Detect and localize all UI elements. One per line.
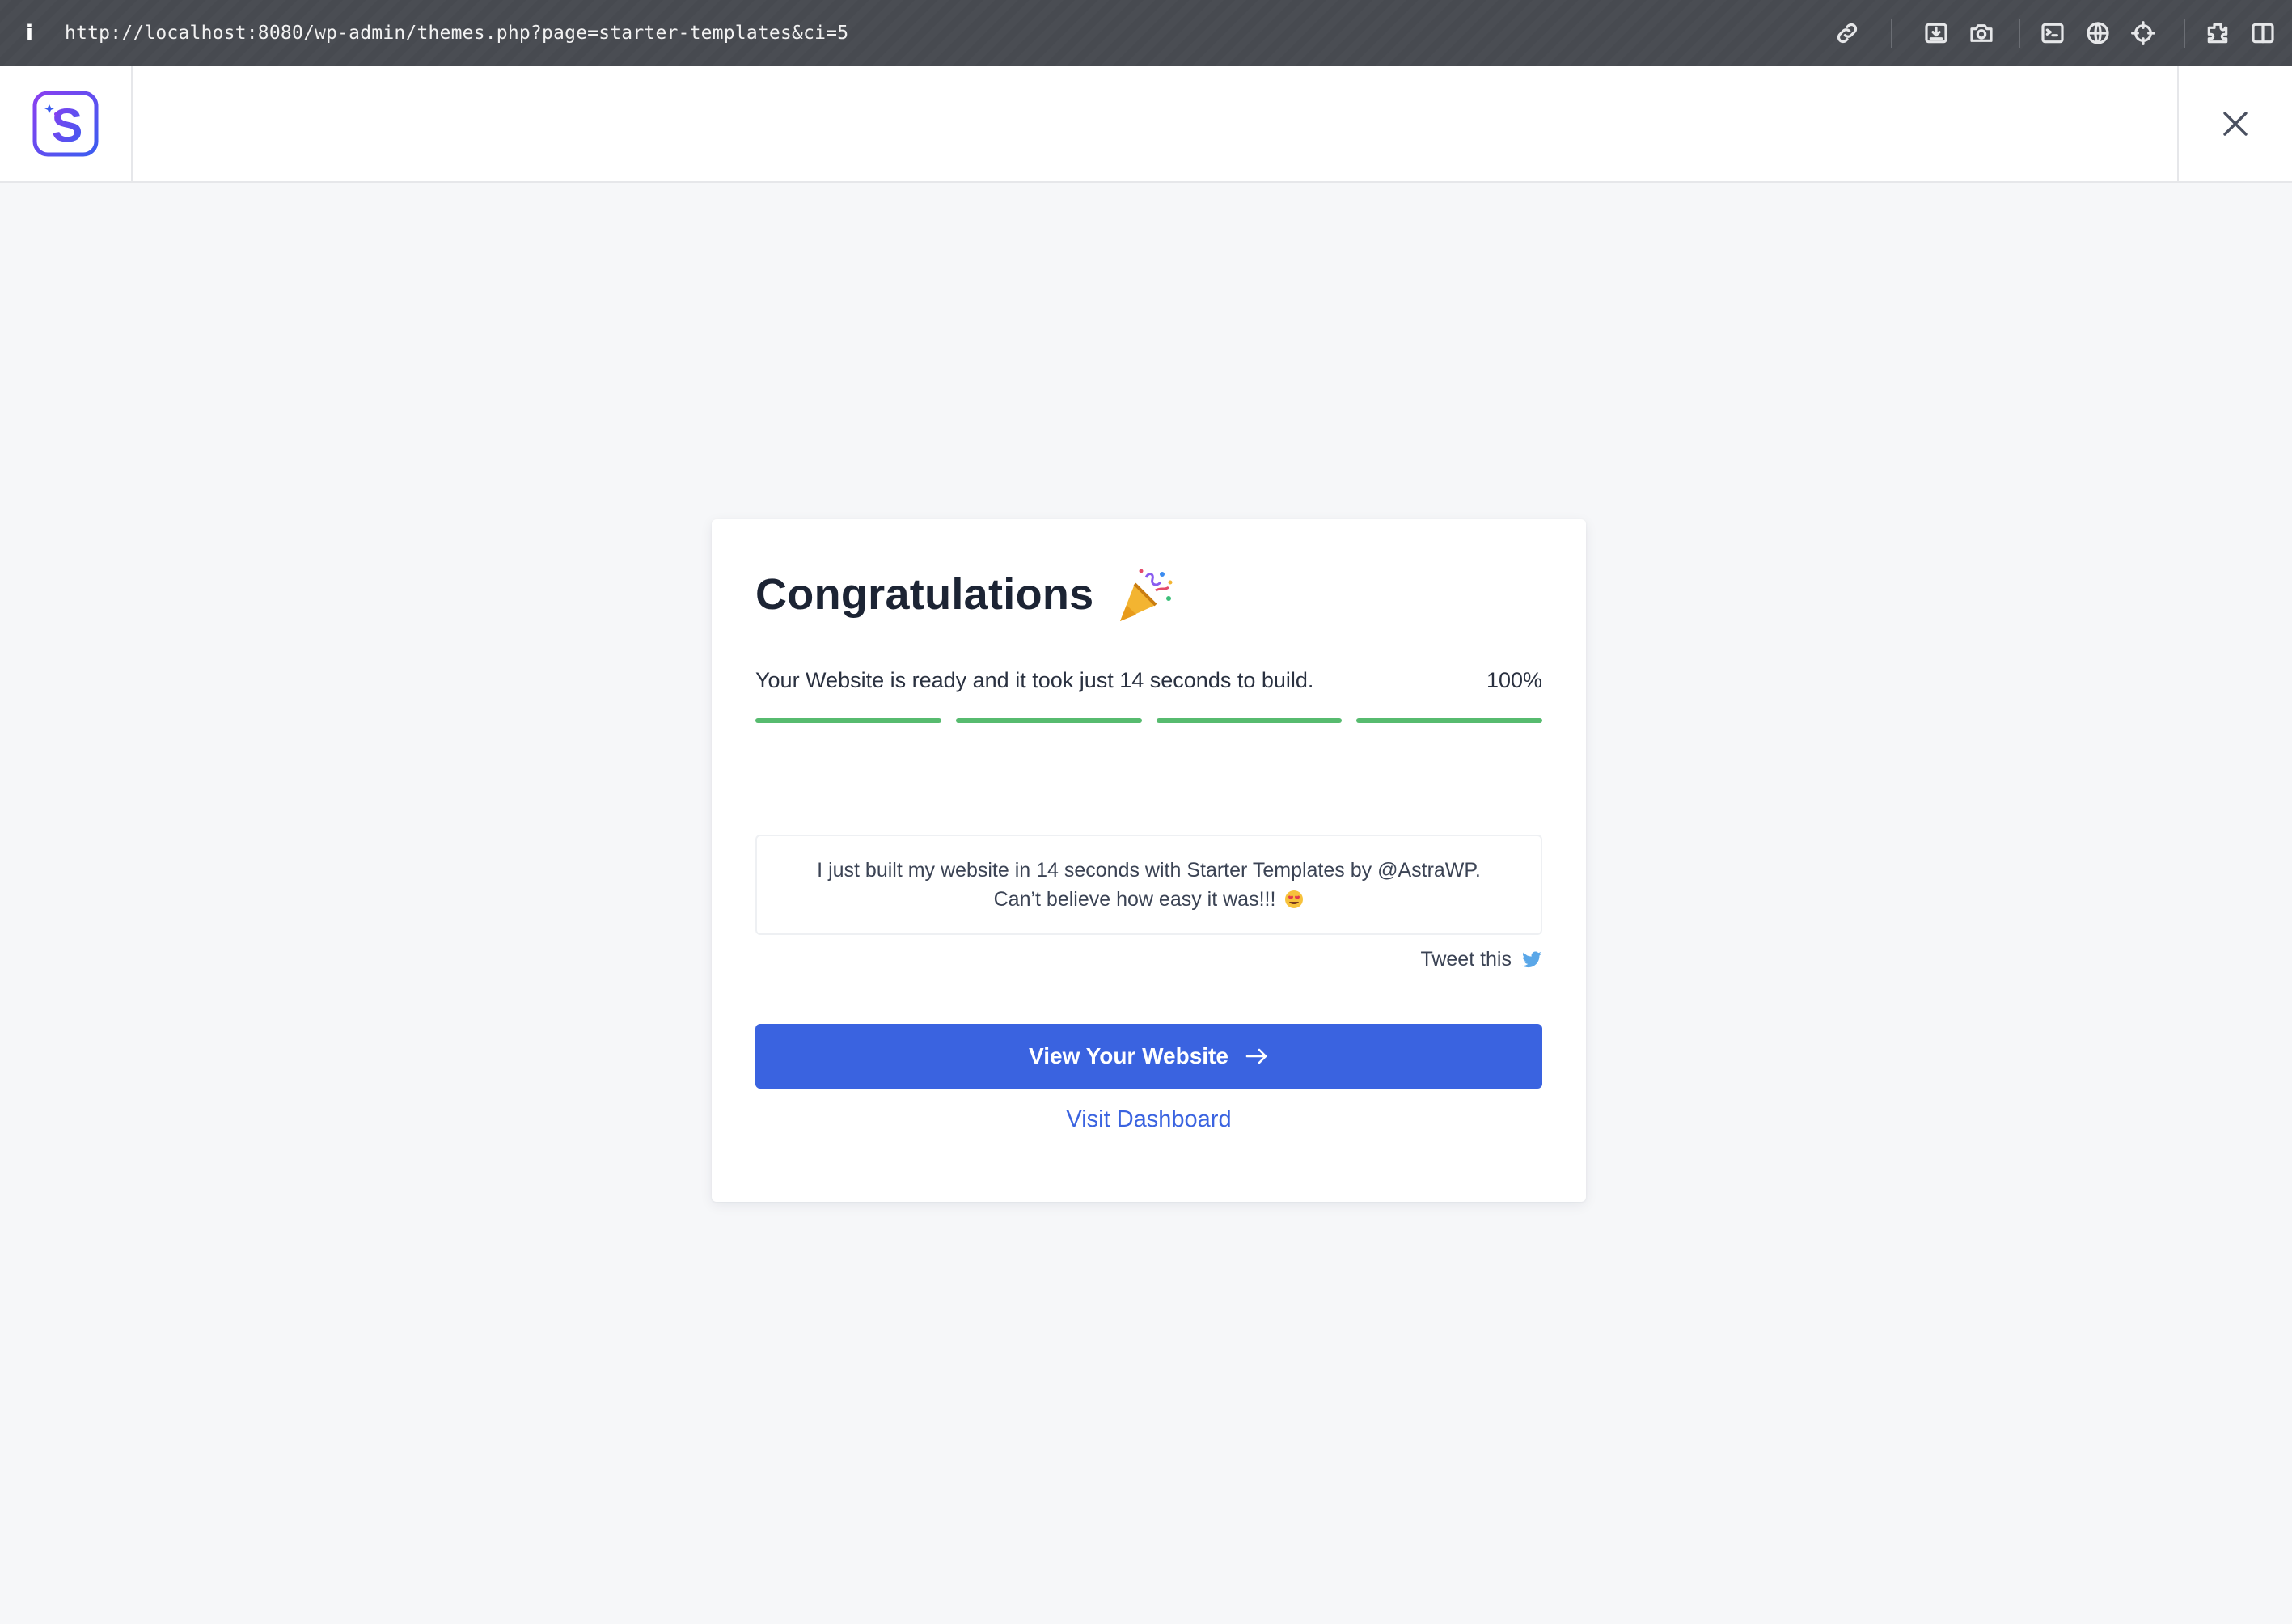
- close-icon: [2223, 112, 2248, 136]
- tweet-text-line: I just built my website in 14 seconds wi…: [817, 859, 1481, 882]
- toolbar-divider: [2019, 19, 2020, 48]
- starter-templates-logo-icon[interactable]: S: [32, 90, 99, 158]
- progress-percent: 100%: [1486, 668, 1542, 692]
- progress-segment: [955, 718, 1142, 723]
- progress-segment: [1356, 718, 1542, 723]
- title-row: Congratulations: [755, 563, 1177, 626]
- tweet-text: Can’t believe how easy it was!!!: [993, 888, 1276, 911]
- extensions-icon[interactable]: [2203, 19, 2232, 48]
- visit-dashboard-link[interactable]: Visit Dashboard: [712, 1106, 1586, 1133]
- toolbar-divider: [1891, 19, 1892, 48]
- view-website-label: View Your Website: [1029, 1043, 1228, 1068]
- party-popper-icon: [1119, 569, 1172, 621]
- close-button[interactable]: [2177, 66, 2292, 181]
- info-icon[interactable]: i: [26, 21, 58, 45]
- twitter-bird-icon: [1522, 950, 1541, 967]
- svg-text:S: S: [52, 99, 83, 152]
- progress-segment-fill: [1356, 718, 1542, 723]
- progress-segment: [755, 718, 941, 723]
- browser-url-bar: i http://localhost:8080/wp-admin/themes.…: [0, 0, 2292, 66]
- view-website-button[interactable]: View Your Website: [755, 1024, 1542, 1089]
- download-icon[interactable]: [1922, 19, 1951, 48]
- app-header: S: [0, 66, 2292, 183]
- browser-toolbar: [1833, 0, 2292, 66]
- globe-icon[interactable]: [2083, 19, 2112, 48]
- build-status-text: Your Website is ready and it took just 1…: [755, 668, 1314, 692]
- crosshair-icon[interactable]: [2129, 19, 2158, 48]
- tweet-this-label: Tweet this: [1420, 948, 1512, 971]
- progress-segment-fill: [755, 718, 941, 723]
- arrow-right-icon: [1245, 1048, 1267, 1064]
- heart-eyes-emoji-icon: [1285, 890, 1304, 908]
- page-title: Congratulations: [755, 570, 1094, 619]
- progress-segment-fill: [1156, 718, 1343, 723]
- sidebar-icon[interactable]: [2248, 19, 2277, 48]
- progress-segment-fill: [955, 718, 1142, 723]
- toolbar-divider: [2184, 19, 2185, 48]
- tweet-preview-box: I just built my website in 14 seconds wi…: [755, 835, 1542, 935]
- terminal-icon[interactable]: [2038, 19, 2067, 48]
- camera-icon[interactable]: [1967, 19, 1996, 48]
- tweet-this-link[interactable]: Tweet this: [1420, 948, 1542, 971]
- link-icon[interactable]: [1833, 19, 1862, 48]
- logo-cell: S: [0, 66, 133, 181]
- build-status-row: Your Website is ready and it took just 1…: [755, 668, 1542, 693]
- url-text[interactable]: http://localhost:8080/wp-admin/themes.ph…: [65, 23, 848, 44]
- progress-bar: [755, 718, 1542, 723]
- progress-segment: [1156, 718, 1343, 723]
- success-card: Congratulations Your Website is ready an…: [712, 519, 1586, 1202]
- tweet-text-line-2: Can’t believe how easy it was!!!: [994, 885, 1305, 914]
